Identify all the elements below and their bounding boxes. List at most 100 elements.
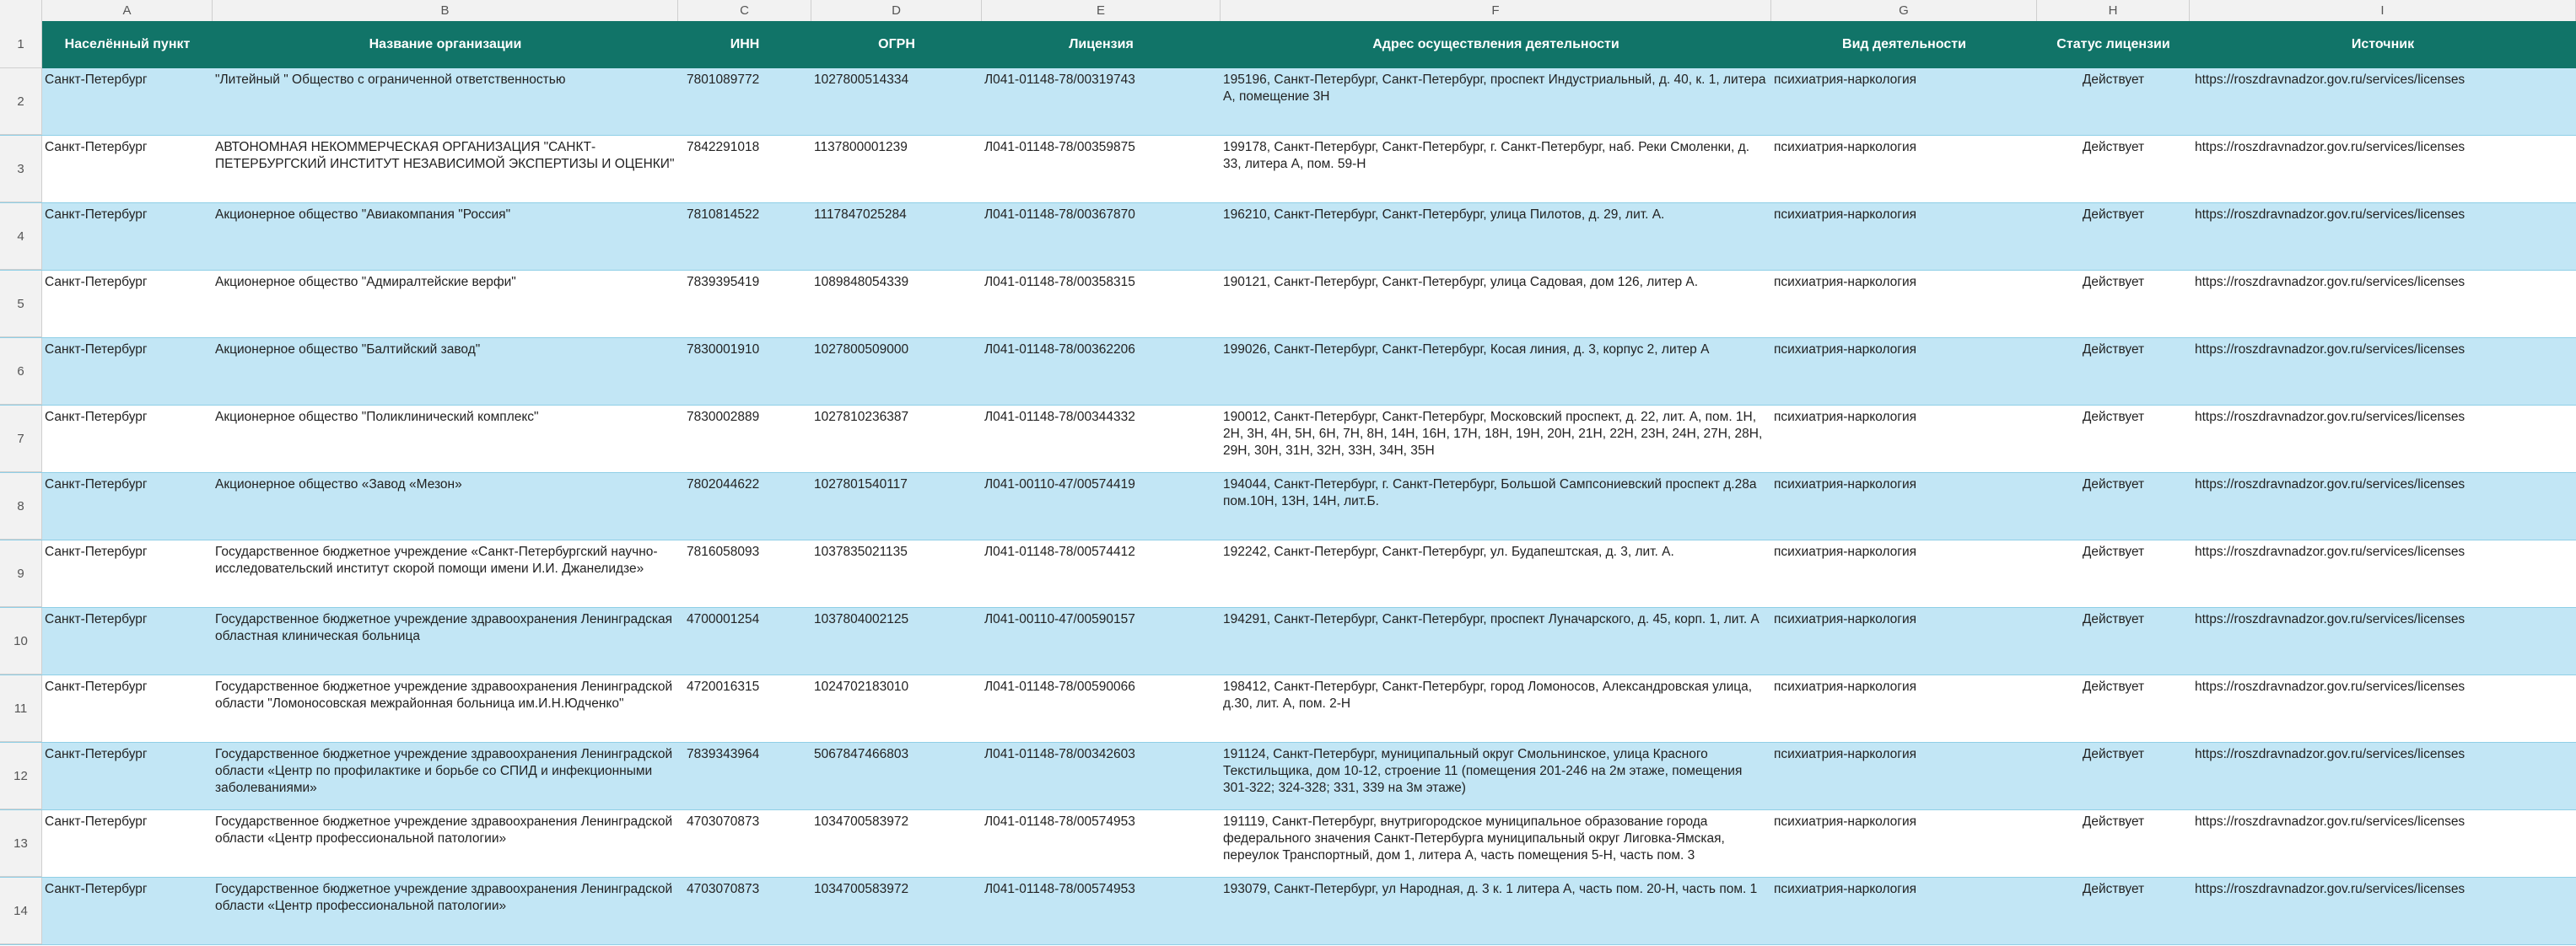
- cell-e[interactable]: Л041-00110-47/00590157: [982, 608, 1221, 675]
- cell-i[interactable]: https://roszdravnadzor.gov.ru/services/l…: [2190, 675, 2576, 742]
- row-number[interactable]: 1: [0, 21, 42, 68]
- cell-f[interactable]: 190012, Санкт-Петербург, Санкт-Петербург…: [1221, 406, 1771, 472]
- cell-i[interactable]: https://roszdravnadzor.gov.ru/services/l…: [2190, 338, 2576, 405]
- cell-g[interactable]: психиатрия-наркология: [1771, 810, 2037, 877]
- cell-b[interactable]: Государственное бюджетное учреждение здр…: [213, 608, 678, 675]
- header-cell-a[interactable]: Населённый пункт: [42, 21, 213, 68]
- header-cell-d[interactable]: ОГРН: [811, 21, 982, 68]
- cell-a[interactable]: Санкт-Петербург: [42, 608, 213, 675]
- cell-a[interactable]: Санкт-Петербург: [42, 338, 213, 405]
- cell-g[interactable]: психиатрия-наркология: [1771, 203, 2037, 270]
- cell-e[interactable]: Л041-00110-47/00574419: [982, 473, 1221, 540]
- cell-g[interactable]: психиатрия-наркология: [1771, 406, 2037, 472]
- cell-e[interactable]: Л041-01148-78/00359875: [982, 136, 1221, 202]
- cell-c[interactable]: 7830001910: [678, 338, 811, 405]
- cell-c[interactable]: 7801089772: [678, 68, 811, 135]
- cell-c[interactable]: 4700001254: [678, 608, 811, 675]
- cell-h[interactable]: Действует: [2037, 406, 2190, 472]
- cell-d[interactable]: 1037835021135: [811, 540, 982, 607]
- cell-d[interactable]: 1034700583972: [811, 810, 982, 877]
- column-letter-b[interactable]: B: [213, 0, 678, 21]
- cell-a[interactable]: Санкт-Петербург: [42, 203, 213, 270]
- row-number[interactable]: 10: [0, 608, 42, 675]
- cell-a[interactable]: Санкт-Петербург: [42, 675, 213, 742]
- cell-d[interactable]: 1027800509000: [811, 338, 982, 405]
- column-letter-d[interactable]: D: [811, 0, 982, 21]
- cell-i[interactable]: https://roszdravnadzor.gov.ru/services/l…: [2190, 540, 2576, 607]
- cell-i[interactable]: https://roszdravnadzor.gov.ru/services/l…: [2190, 203, 2576, 270]
- cell-b[interactable]: Акционерное общество "Авиакомпания "Росс…: [213, 203, 678, 270]
- cell-g[interactable]: психиатрия-наркология: [1771, 338, 2037, 405]
- cell-c[interactable]: 4720016315: [678, 675, 811, 742]
- cell-g[interactable]: психиатрия-наркология: [1771, 743, 2037, 809]
- row-number[interactable]: 8: [0, 473, 42, 540]
- cell-g[interactable]: психиатрия-наркология: [1771, 540, 2037, 607]
- cell-h[interactable]: Действует: [2037, 271, 2190, 337]
- cell-b[interactable]: Акционерное общество "Поликлинический ко…: [213, 406, 678, 472]
- cell-h[interactable]: Действует: [2037, 810, 2190, 877]
- cell-a[interactable]: Санкт-Петербург: [42, 540, 213, 607]
- cell-e[interactable]: Л041-01148-78/00367870: [982, 203, 1221, 270]
- row-number[interactable]: 14: [0, 878, 42, 944]
- cell-i[interactable]: https://roszdravnadzor.gov.ru/services/l…: [2190, 810, 2576, 877]
- cell-i[interactable]: https://roszdravnadzor.gov.ru/services/l…: [2190, 136, 2576, 202]
- cell-f[interactable]: 190121, Санкт-Петербург, Санкт-Петербург…: [1221, 271, 1771, 337]
- cell-a[interactable]: Санкт-Петербург: [42, 743, 213, 809]
- cell-d[interactable]: 1034700583972: [811, 878, 982, 944]
- cell-d[interactable]: 1027810236387: [811, 406, 982, 472]
- cell-h[interactable]: Действует: [2037, 608, 2190, 675]
- cell-f[interactable]: 195196, Санкт-Петербург, Санкт-Петербург…: [1221, 68, 1771, 135]
- cell-h[interactable]: Действует: [2037, 136, 2190, 202]
- cell-h[interactable]: Действует: [2037, 203, 2190, 270]
- cell-a[interactable]: Санкт-Петербург: [42, 473, 213, 540]
- cell-f[interactable]: 194044, Санкт-Петербург, г. Санкт-Петерб…: [1221, 473, 1771, 540]
- cell-b[interactable]: Государственное бюджетное учреждение «Са…: [213, 540, 678, 607]
- header-cell-c[interactable]: ИНН: [678, 21, 811, 68]
- column-letter-g[interactable]: G: [1771, 0, 2037, 21]
- cell-f[interactable]: 199178, Санкт-Петербург, Санкт-Петербург…: [1221, 136, 1771, 202]
- cell-d[interactable]: 1024702183010: [811, 675, 982, 742]
- cell-b[interactable]: Акционерное общество "Балтийский завод": [213, 338, 678, 405]
- cell-i[interactable]: https://roszdravnadzor.gov.ru/services/l…: [2190, 743, 2576, 809]
- cell-a[interactable]: Санкт-Петербург: [42, 878, 213, 944]
- row-number[interactable]: 7: [0, 406, 42, 472]
- cell-d[interactable]: 1117847025284: [811, 203, 982, 270]
- cell-a[interactable]: Санкт-Петербург: [42, 810, 213, 877]
- cell-e[interactable]: Л041-01148-78/00574412: [982, 540, 1221, 607]
- cell-b[interactable]: Государственное бюджетное учреждение здр…: [213, 743, 678, 809]
- column-letter-e[interactable]: E: [982, 0, 1221, 21]
- cell-h[interactable]: Действует: [2037, 68, 2190, 135]
- cell-e[interactable]: Л041-01148-78/00342603: [982, 743, 1221, 809]
- cell-h[interactable]: Действует: [2037, 675, 2190, 742]
- cell-a[interactable]: Санкт-Петербург: [42, 136, 213, 202]
- cell-c[interactable]: 7830002889: [678, 406, 811, 472]
- cell-e[interactable]: Л041-01148-78/00362206: [982, 338, 1221, 405]
- cell-d[interactable]: 1137800001239: [811, 136, 982, 202]
- column-letter-h[interactable]: H: [2037, 0, 2190, 21]
- cell-g[interactable]: психиатрия-наркология: [1771, 675, 2037, 742]
- select-all-corner[interactable]: [0, 0, 42, 21]
- cell-c[interactable]: 4703070873: [678, 810, 811, 877]
- cell-g[interactable]: психиатрия-наркология: [1771, 68, 2037, 135]
- cell-c[interactable]: 7839343964: [678, 743, 811, 809]
- cell-b[interactable]: АВТОНОМНАЯ НЕКОММЕРЧЕСКАЯ ОРГАНИЗАЦИЯ "С…: [213, 136, 678, 202]
- cell-i[interactable]: https://roszdravnadzor.gov.ru/services/l…: [2190, 406, 2576, 472]
- cell-e[interactable]: Л041-01148-78/00358315: [982, 271, 1221, 337]
- row-number[interactable]: 9: [0, 540, 42, 607]
- cell-g[interactable]: психиатрия-наркология: [1771, 271, 2037, 337]
- cell-i[interactable]: https://roszdravnadzor.gov.ru/services/l…: [2190, 68, 2576, 135]
- cell-c[interactable]: 7839395419: [678, 271, 811, 337]
- cell-b[interactable]: "Литейный " Общество с ограниченной отве…: [213, 68, 678, 135]
- cell-i[interactable]: https://roszdravnadzor.gov.ru/services/l…: [2190, 878, 2576, 944]
- cell-g[interactable]: психиатрия-наркология: [1771, 473, 2037, 540]
- header-cell-e[interactable]: Лицензия: [982, 21, 1221, 68]
- cell-a[interactable]: Санкт-Петербург: [42, 271, 213, 337]
- row-number[interactable]: 12: [0, 743, 42, 809]
- cell-f[interactable]: 194291, Санкт-Петербург, Санкт-Петербург…: [1221, 608, 1771, 675]
- row-number[interactable]: 2: [0, 68, 42, 135]
- cell-e[interactable]: Л041-01148-78/00574953: [982, 810, 1221, 877]
- cell-f[interactable]: 198412, Санкт-Петербург, Санкт-Петербург…: [1221, 675, 1771, 742]
- cell-f[interactable]: 196210, Санкт-Петербург, Санкт-Петербург…: [1221, 203, 1771, 270]
- cell-f[interactable]: 199026, Санкт-Петербург, Санкт-Петербург…: [1221, 338, 1771, 405]
- cell-g[interactable]: психиатрия-наркология: [1771, 878, 2037, 944]
